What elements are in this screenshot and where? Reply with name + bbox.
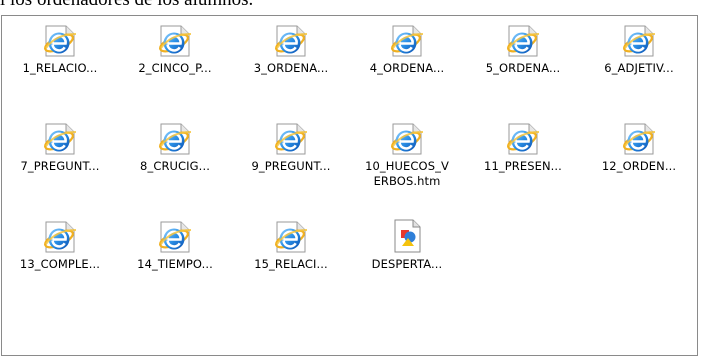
internet-explorer-icon (155, 118, 195, 158)
file-item[interactable]: 8_CRUCIG... (117, 114, 233, 188)
file-item[interactable]: 13_COMPLE... (2, 212, 118, 286)
file-label: 4_ORDENA... (369, 61, 445, 75)
internet-explorer-icon (271, 20, 311, 60)
file-label: 13_COMPLE... (19, 257, 101, 271)
internet-explorer-icon (40, 216, 80, 256)
file-item[interactable]: 15_RELACI... (233, 212, 349, 286)
file-item[interactable]: 12_ORDEN... (581, 114, 697, 188)
internet-explorer-icon (619, 20, 659, 60)
internet-explorer-icon (155, 216, 195, 256)
internet-explorer-icon (271, 216, 311, 256)
file-label: 11_PRESEN... (484, 159, 562, 173)
file-explorer-view[interactable]: 1_RELACIO... 2_CINCO_P... 3_ORDENA... 4_… (1, 15, 698, 356)
internet-explorer-icon (387, 20, 427, 60)
file-item[interactable]: 1_RELACIO... (2, 16, 118, 90)
file-item[interactable]: 10_HUECOS_V ERBOS.htm (349, 114, 465, 188)
file-label: 9_PREGUNT... (251, 159, 331, 173)
internet-explorer-icon (271, 118, 311, 158)
file-item[interactable]: 6_ADJETIV... (581, 16, 697, 90)
file-item[interactable]: 4_ORDENA... (349, 16, 465, 90)
file-label: 10_HUECOS_V ERBOS.htm (365, 159, 449, 188)
file-label: 2_CINCO_P... (138, 61, 212, 75)
internet-explorer-icon (155, 20, 195, 60)
file-item[interactable]: 9_PREGUNT... (233, 114, 349, 188)
file-item[interactable]: 3_ORDENA... (233, 16, 349, 90)
file-item[interactable]: DESPERTA... (349, 212, 465, 286)
internet-explorer-icon (503, 20, 543, 60)
file-item[interactable]: 11_PRESEN... (465, 114, 581, 188)
file-item[interactable]: 14_TIEMPO... (117, 212, 233, 286)
document-caption-text: l los ordenadores de los alumnos. (0, 0, 701, 11)
file-label: 3_ORDENA... (253, 61, 329, 75)
multimedia-file-icon (387, 216, 427, 256)
file-label: 6_ADJETIV... (604, 61, 674, 75)
internet-explorer-icon (40, 118, 80, 158)
file-label: 15_RELACI... (254, 257, 328, 271)
file-label: 8_CRUCIG... (140, 159, 210, 173)
file-label: 7_PREGUNT... (20, 159, 100, 173)
file-label: 5_ORDENA... (485, 61, 561, 75)
internet-explorer-icon (40, 20, 80, 60)
internet-explorer-icon (503, 118, 543, 158)
internet-explorer-icon (387, 118, 427, 158)
internet-explorer-icon (619, 118, 659, 158)
file-label: 1_RELACIO... (22, 61, 98, 75)
file-label: DESPERTA... (371, 257, 443, 271)
file-label: 14_TIEMPO... (137, 257, 213, 271)
file-label: 12_ORDEN... (601, 159, 677, 173)
file-item[interactable]: 7_PREGUNT... (2, 114, 118, 188)
file-item[interactable]: 2_CINCO_P... (117, 16, 233, 90)
file-item[interactable]: 5_ORDENA... (465, 16, 581, 90)
